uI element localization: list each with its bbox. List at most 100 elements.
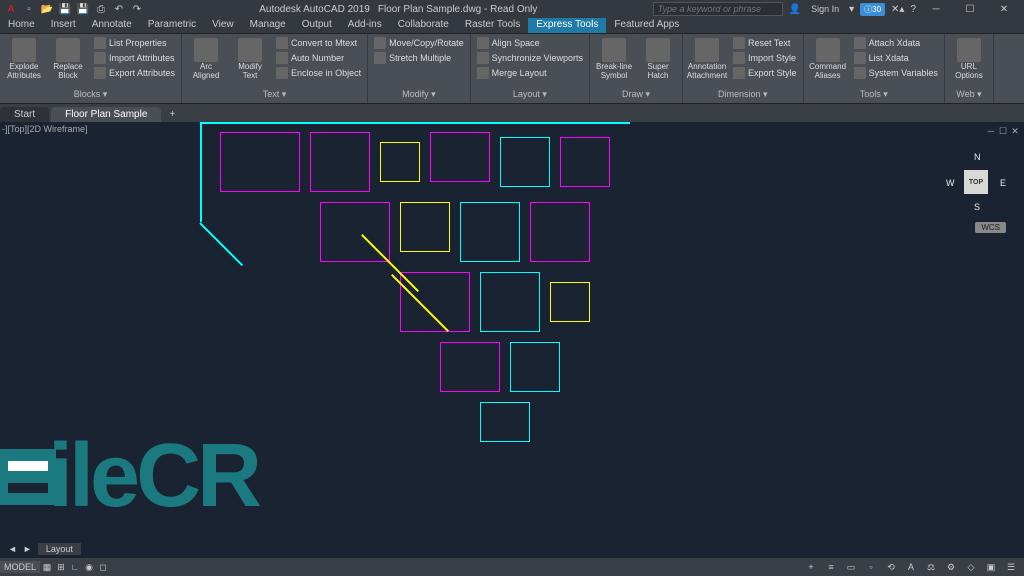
menu-tab-output[interactable]: Output [294,18,340,33]
ribbon-btn-convert-to-mtext[interactable]: Convert to Mtext [274,36,363,50]
viewport-restore-icon[interactable]: ☐ [998,126,1008,136]
ribbon-btn-synchronize-viewports[interactable]: Synchronize Viewports [475,51,585,65]
layout-next-icon[interactable]: ► [23,544,32,554]
status-dyn-icon[interactable]: + [804,560,818,574]
file-tab-start[interactable]: Start [0,107,49,122]
ribbon-btn-explode-attributes[interactable]: ExplodeAttributes [4,36,44,83]
ribbon-btn-align-space[interactable]: Align Space [475,36,585,50]
ribbon-btn-break-line-symbol[interactable]: Break-lineSymbol [594,36,634,83]
cube-north[interactable]: N [974,152,981,162]
add-tab-button[interactable]: + [163,106,181,122]
ribbon-group-draw: Break-lineSymbolSuperHatch Draw ▾ [590,34,683,103]
ribbon-btn-arc-aligned[interactable]: ArcAligned [186,36,226,83]
ribbon-btn-replace-block[interactable]: ReplaceBlock [48,36,88,83]
ribbon-btn-modify-text[interactable]: ModifyText [230,36,270,83]
ribbon-btn-url-options[interactable]: URLOptions [949,36,989,83]
chevron-down-icon[interactable]: ▾ [849,4,854,15]
cube-south[interactable]: S [974,202,980,212]
new-icon[interactable]: ▫ [22,2,36,16]
ribbon-group-title[interactable]: Layout ▾ [475,88,585,101]
status-clean-icon[interactable]: ▣ [984,560,998,574]
cube-west[interactable]: W [946,178,955,188]
ribbon-group-title[interactable]: Blocks ▾ [4,88,177,101]
ribbon-btn-merge-layout[interactable]: Merge Layout [475,66,585,80]
viewport-label[interactable]: -][Top][2D Wireframe] [2,124,88,134]
viewport[interactable]: -][Top][2D Wireframe] ─ ☐ ✕ N S E W TOP [0,122,1024,558]
menu-tab-parametric[interactable]: Parametric [140,18,204,33]
ribbon-btn-command-aliases[interactable]: CommandAliases [808,36,848,83]
ribbon-group-title[interactable]: Tools ▾ [808,88,940,101]
menu-tab-manage[interactable]: Manage [242,18,294,33]
status-qp-icon[interactable]: ▫ [864,560,878,574]
open-icon[interactable]: 📂 [40,2,54,16]
menu-tab-annotate[interactable]: Annotate [84,18,140,33]
ribbon-btn-list-properties[interactable]: List Properties [92,36,177,50]
menu-tab-collaborate[interactable]: Collaborate [390,18,457,33]
ribbon-btn-attach-xdata[interactable]: Attach Xdata [852,36,940,50]
ribbon-btn-export-style[interactable]: Export Style [731,66,799,80]
cube-top-face[interactable]: TOP [964,170,988,194]
ortho-icon[interactable]: ∟ [68,560,82,574]
menu-tab-add-ins[interactable]: Add-ins [340,18,390,33]
ribbon-group-title[interactable]: Text ▾ [186,88,363,101]
grid-icon[interactable]: ▦ [40,560,54,574]
ribbon-btn-import-attributes[interactable]: Import Attributes [92,51,177,65]
ribbon-btn-import-style[interactable]: Import Style [731,51,799,65]
ribbon-btn-annotation-attachment[interactable]: AnnotationAttachment [687,36,727,83]
status-model[interactable]: MODEL [0,561,40,573]
wcs-badge[interactable]: WCS [975,222,1006,233]
status-anno-icon[interactable]: A [904,560,918,574]
menu-tab-express-tools[interactable]: Express Tools [528,18,606,33]
layout-prev-icon[interactable]: ◄ [8,544,17,554]
redo-icon[interactable]: ↷ [130,2,144,16]
snap-icon[interactable]: ⊞ [54,560,68,574]
viewport-close-icon[interactable]: ✕ [1010,126,1020,136]
plot-icon[interactable]: ⎙ [94,2,108,16]
menu-tab-insert[interactable]: Insert [43,18,84,33]
menu-tab-home[interactable]: Home [0,18,43,33]
ribbon-btn-list-xdata[interactable]: List Xdata [852,51,940,65]
polar-icon[interactable]: ◉ [82,560,96,574]
ribbon-btn-system-variables[interactable]: System Variables [852,66,940,80]
minimize-button[interactable]: ─ [922,1,950,17]
ribbon-btn-reset-text[interactable]: Reset Text [731,36,799,50]
maximize-button[interactable]: ☐ [956,1,984,17]
info-badge[interactable]: ⓘ30 [860,3,885,16]
saveas-icon[interactable]: 💾 [76,2,90,16]
save-icon[interactable]: 💾 [58,2,72,16]
ribbon-btn-auto-number[interactable]: Auto Number [274,51,363,65]
file-tab-floor-plan-sample[interactable]: Floor Plan Sample [51,107,161,122]
status-sc-icon[interactable]: ⟲ [884,560,898,574]
ribbon-btn-move-copy-rotate[interactable]: Move/Copy/Rotate [372,36,466,50]
ribbon-group-title[interactable]: Draw ▾ [594,88,678,101]
status-lwt-icon[interactable]: ≡ [824,560,838,574]
cube-east[interactable]: E [1000,178,1006,188]
ribbon-btn-stretch-multiple[interactable]: Stretch Multiple [372,51,466,65]
layout-tab[interactable]: Layout [38,543,81,555]
menu-tab-raster-tools[interactable]: Raster Tools [457,18,528,33]
signin-icon[interactable]: 👤 [789,4,801,15]
ribbon-btn-enclose-in-object[interactable]: Enclose in Object [274,66,363,80]
status-gear-icon[interactable]: ⚙ [944,560,958,574]
exchange-icon[interactable]: ✕▴ [891,4,904,15]
status-scale-icon[interactable]: ⚖ [924,560,938,574]
undo-icon[interactable]: ↶ [112,2,126,16]
status-menu-icon[interactable]: ☰ [1004,560,1018,574]
ribbon-group-title[interactable]: Modify ▾ [372,88,466,101]
ribbon-btn-super-hatch[interactable]: SuperHatch [638,36,678,83]
menu-tab-featured-apps[interactable]: Featured Apps [606,18,687,33]
search-input[interactable] [653,2,783,16]
status-tpy-icon[interactable]: ▭ [844,560,858,574]
help-icon[interactable]: ? [910,4,916,15]
close-button[interactable]: ✕ [990,1,1018,17]
ribbon-btn-export-attributes[interactable]: Export Attributes [92,66,177,80]
status-iso-icon[interactable]: ◇ [964,560,978,574]
viewport-minimize-icon[interactable]: ─ [986,126,996,136]
osnap-icon[interactable]: ◻ [96,560,110,574]
ribbon-group-title[interactable]: Web ▾ [949,88,989,101]
signin-button[interactable]: Sign In [807,4,843,14]
view-cube[interactable]: N S E W TOP [946,152,1006,212]
ribbon-group-title[interactable]: Dimension ▾ [687,88,799,101]
autocad-logo-icon[interactable]: A [4,2,18,16]
menu-tab-view[interactable]: View [204,18,242,33]
